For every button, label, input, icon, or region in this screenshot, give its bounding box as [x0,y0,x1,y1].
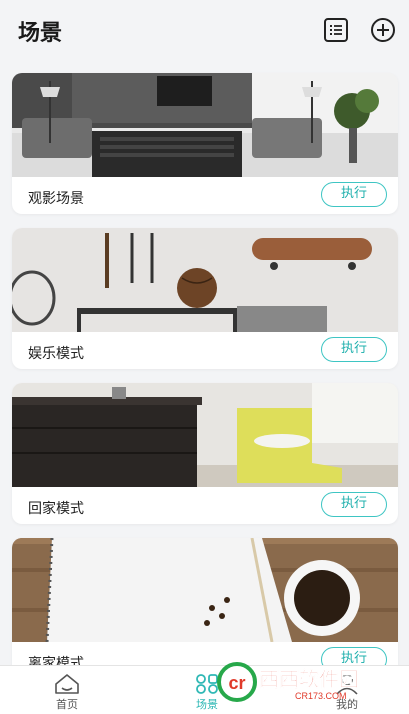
home-icon [55,674,79,694]
scene-card[interactable]: 回家模式 执行 [12,383,398,524]
scene-name: 娱乐模式 [28,346,84,362]
add-scene-button[interactable] [370,17,396,43]
tab-home[interactable]: 首页 [12,666,122,714]
execute-button[interactable]: 执行 [321,337,387,362]
list-button[interactable] [323,17,349,43]
sports-gear-wall-photo [12,228,398,332]
execute-button[interactable]: 执行 [321,182,387,207]
svg-text:cr: cr [228,673,245,693]
scene-card[interactable]: 离家模式 执行 [12,538,398,679]
living-room-photo [12,73,398,177]
dresser-and-chair-photo [12,383,398,487]
tab-home-label: 首页 [56,698,78,711]
header-bar: 场景 [0,0,409,60]
site-watermark: cr 西西软件园 CR173.COM [215,661,395,703]
scene-name: 回家模式 [28,501,84,517]
execute-button[interactable]: 执行 [321,492,387,517]
page-title: 场景 [18,21,63,46]
scene-name: 观影场景 [28,191,84,207]
svg-text:CR173.COM: CR173.COM [295,691,347,701]
notebook-and-coffee-photo [12,538,398,642]
scene-card[interactable]: 娱乐模式 执行 [12,228,398,369]
scene-card[interactable]: 观影场景 执行 [12,73,398,214]
watermark-logo: cr 西西软件园 CR173.COM [217,662,359,702]
plus-circle-icon [371,18,395,42]
svg-text:西西软件园: 西西软件园 [259,667,359,691]
list-icon [324,18,348,42]
